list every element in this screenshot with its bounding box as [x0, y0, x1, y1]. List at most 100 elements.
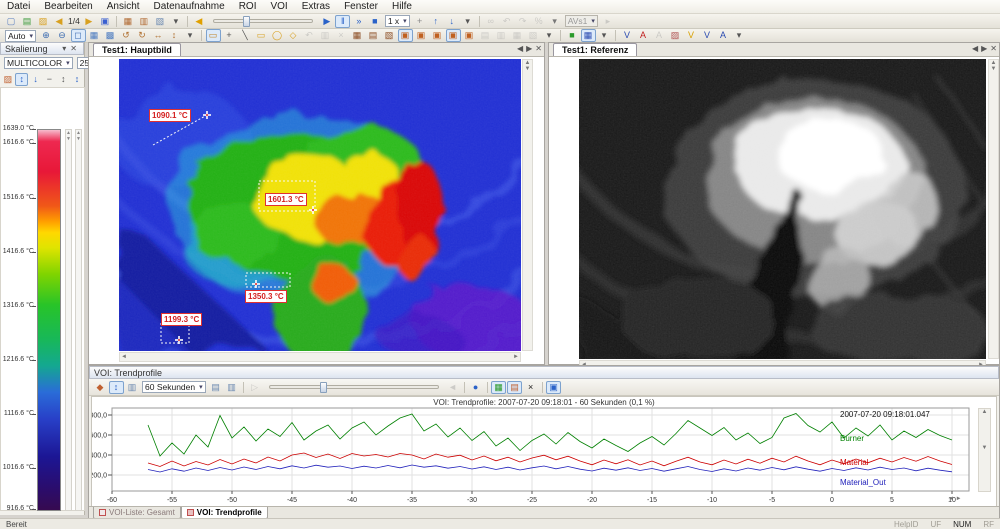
roi-g3-icon[interactable]: ▦ — [510, 29, 525, 42]
step-up-icon[interactable]: ↑ — [428, 15, 443, 28]
detach-icon[interactable]: ▸ — [600, 15, 615, 28]
tab-scroll-right-icon[interactable]: ▶ — [981, 44, 987, 53]
interval-combo[interactable]: 60 Sekunden▾ — [142, 381, 206, 393]
chart-hscroll-arrows[interactable]: ◄ ► — [948, 496, 962, 502]
redo-icon[interactable]: ↷ — [515, 15, 530, 28]
zoom-out-icon[interactable]: ⊖ — [55, 29, 70, 42]
legend-burner[interactable]: Burner — [840, 434, 864, 443]
zoom-in-icon[interactable]: ⊕ — [39, 29, 54, 42]
excel-export-icon[interactable]: ▦ — [491, 381, 506, 394]
roi-matrix-icon[interactable]: ▦ — [350, 29, 365, 42]
export-icon[interactable]: ▧ — [152, 15, 167, 28]
add-polygon-icon[interactable]: ◇ — [286, 29, 301, 42]
tab-scroll-right-icon[interactable]: ▶ — [526, 44, 532, 53]
link-views-icon[interactable]: ∞ — [483, 15, 498, 28]
flip-horizontal-icon[interactable]: ↔ — [151, 29, 166, 42]
menu-ansicht[interactable]: Ansicht — [100, 1, 147, 12]
thermal-image[interactable] — [119, 59, 521, 351]
palette-combo[interactable]: MULTICOLOR ▾ — [4, 57, 73, 69]
snapshot-icon[interactable]: ▥ — [136, 15, 151, 28]
scale-max-slider[interactable]: ▲▼ — [65, 129, 72, 511]
add-point-icon[interactable]: + — [222, 29, 237, 42]
overflow2-icon[interactable]: ▾ — [460, 15, 475, 28]
fast-forward-icon[interactable]: » — [351, 15, 366, 28]
overflow6-icon[interactable]: ▾ — [597, 29, 612, 42]
trend-slider[interactable] — [269, 385, 439, 389]
voi-ax-icon[interactable]: A — [716, 29, 731, 42]
calc-a-icon[interactable]: A — [636, 29, 651, 42]
calc-a2-icon[interactable]: A — [652, 29, 667, 42]
reference-image[interactable] — [579, 59, 986, 359]
speed-combo[interactable]: 1 x▾ — [385, 15, 410, 27]
tab-scroll-left-icon[interactable]: ◀ — [972, 44, 978, 53]
chart-table-icon[interactable]: ▤ — [507, 381, 522, 394]
temp-annotation[interactable]: 1601.3 °C — [265, 193, 307, 206]
tab-scroll-left-icon[interactable]: ◀ — [517, 44, 523, 53]
overflow7-icon[interactable]: ▾ — [732, 29, 747, 42]
menu-voi[interactable]: VOI — [263, 1, 294, 12]
sound-marker-icon[interactable]: ◀ — [191, 15, 206, 28]
undo-icon[interactable]: ↶ — [499, 15, 514, 28]
scale-down-icon[interactable]: ↓ — [29, 73, 42, 86]
trend-cursor-icon[interactable]: ◄ — [445, 381, 460, 394]
color-scale-gradient[interactable] — [37, 129, 61, 511]
voi-pointer-icon[interactable]: ◆ — [93, 381, 108, 394]
rotate-left-icon[interactable]: ↺ — [119, 29, 134, 42]
print-trend-icon[interactable]: ▣ — [546, 381, 561, 394]
close-icon[interactable]: ✕ — [68, 44, 79, 53]
legend-material[interactable]: Material — [840, 458, 868, 467]
roi-out-icon[interactable]: ▣ — [414, 29, 429, 42]
scale-manual-icon[interactable]: − — [43, 73, 56, 86]
visibility-icon[interactable]: ● — [468, 381, 483, 394]
chart-vscrollbar[interactable]: ▲▼ — [978, 408, 991, 492]
new-file-icon[interactable]: ▢ — [4, 15, 19, 28]
rotate-right-icon[interactable]: ↻ — [135, 29, 150, 42]
close-icon[interactable]: ✕ — [535, 44, 542, 53]
open-folder-icon[interactable]: ▨ — [36, 15, 51, 28]
menu-fenster[interactable]: Fenster — [337, 1, 385, 12]
temp-annotation[interactable]: 1350.3 °C — [245, 290, 287, 303]
reference-image-area[interactable] — [579, 59, 986, 359]
pin-icon[interactable]: ▾ — [60, 44, 68, 53]
roi-in-icon[interactable]: ▣ — [398, 29, 413, 42]
thermal-image-area[interactable]: 1090.1 °C 1601.3 °C 1350.3 °C 1199.3 °C — [119, 59, 521, 351]
play-icon[interactable]: ▶ — [319, 15, 334, 28]
overflow-icon[interactable]: ▾ — [168, 15, 183, 28]
add-line-icon[interactable]: ╲ — [238, 29, 253, 42]
open-report-icon[interactable]: ▤ — [20, 15, 35, 28]
trend-play-icon[interactable]: ▷ — [247, 381, 262, 394]
step-down-icon[interactable]: ↓ — [444, 15, 459, 28]
next-frame-icon[interactable]: ▶ — [81, 15, 96, 28]
palette-icon[interactable]: ▨ — [2, 73, 15, 86]
tab-referenz[interactable]: Test1: Referenz — [553, 43, 637, 56]
scale-min-slider[interactable]: ▲▼ — [75, 129, 82, 511]
roi-copy2-icon[interactable]: ▧ — [382, 29, 397, 42]
add-marker-icon[interactable]: + — [412, 15, 427, 28]
undo-roi-icon[interactable]: ↶ — [302, 29, 317, 42]
menu-datenaufnahme[interactable]: Datenaufnahme — [147, 1, 232, 12]
prev-frame-icon[interactable]: ◀ — [52, 15, 67, 28]
pause-icon[interactable]: ‖ — [335, 15, 350, 28]
voi-chart-icon[interactable]: ▦ — [581, 29, 596, 42]
menu-datei[interactable]: Datei — [0, 1, 37, 12]
calc-v-icon[interactable]: V — [620, 29, 635, 42]
profile-add-icon[interactable]: ▤ — [208, 381, 223, 394]
report-icon[interactable]: ▨ — [668, 29, 683, 42]
voi-v-yellow-icon[interactable]: V — [684, 29, 699, 42]
scale-updown-icon[interactable]: ↕ — [57, 73, 70, 86]
roi-g2-icon[interactable]: ▥ — [494, 29, 509, 42]
roi-add2-icon[interactable]: ▣ — [462, 29, 477, 42]
tab-hauptbild[interactable]: Test1: Hauptbild — [93, 43, 181, 56]
voi-new-icon[interactable]: ■ — [565, 29, 580, 42]
add-ellipse-icon[interactable]: ◯ — [270, 29, 285, 42]
reference-image-vscrollbar[interactable]: ▲▼ — [988, 59, 999, 359]
overflow3-icon[interactable]: ▾ — [547, 15, 562, 28]
menu-bearbeiten[interactable]: Bearbeiten — [37, 1, 99, 12]
flip-vertical-icon[interactable]: ↕ — [167, 29, 182, 42]
select-roi-icon[interactable]: ▭ — [206, 29, 221, 42]
roi-down-icon[interactable]: ▣ — [446, 29, 461, 42]
image-normal-icon[interactable]: ▦ — [87, 29, 102, 42]
close-icon[interactable]: ✕ — [990, 44, 997, 53]
main-image-vscrollbar[interactable]: ▲▼ — [522, 59, 533, 351]
legend-material-out[interactable]: Material_Out — [840, 478, 886, 487]
